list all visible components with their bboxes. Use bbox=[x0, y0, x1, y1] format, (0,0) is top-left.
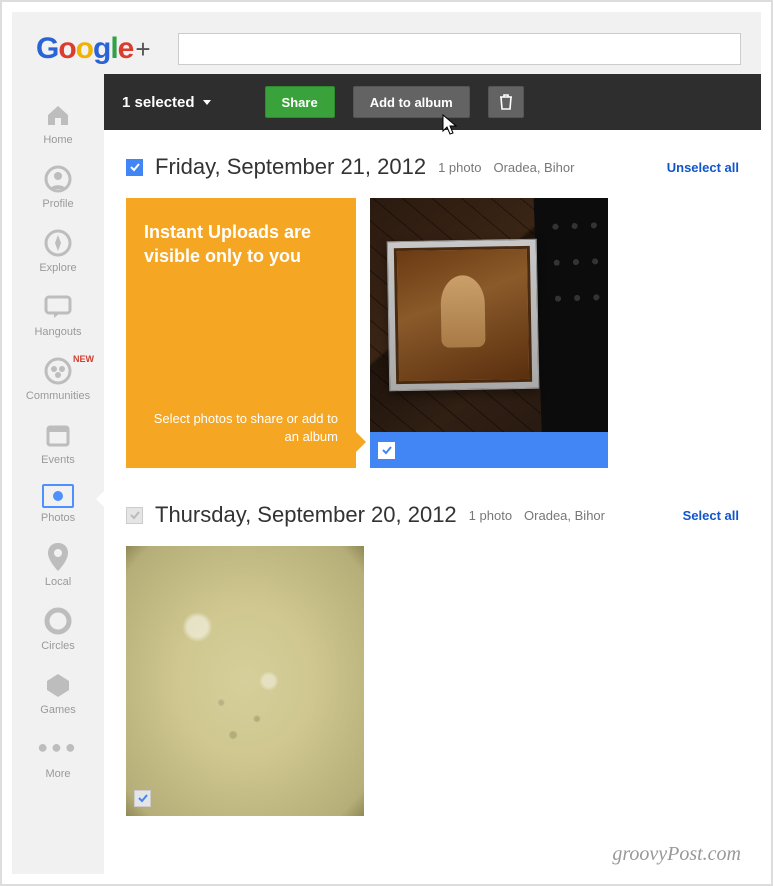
group-count: 1 photo bbox=[469, 508, 512, 523]
logo[interactable]: Google+ bbox=[36, 32, 150, 66]
nav-label: Circles bbox=[12, 640, 104, 652]
new-badge: NEW bbox=[73, 354, 94, 364]
nav-communities[interactable]: NEW Communities bbox=[12, 348, 104, 412]
nav-circles[interactable]: Circles bbox=[12, 598, 104, 662]
nav-hangouts[interactable]: Hangouts bbox=[12, 284, 104, 348]
nav-label: Home bbox=[12, 134, 104, 146]
selected-count-text: 1 selected bbox=[122, 94, 195, 111]
header: Google+ bbox=[12, 12, 761, 74]
promo-subtitle: Select photos to share or add to an albu… bbox=[144, 410, 338, 446]
sidebar-nav: Home Profile Explore Hangouts bbox=[12, 74, 104, 874]
nav-home[interactable]: Home bbox=[12, 92, 104, 156]
nav-profile[interactable]: Profile bbox=[12, 156, 104, 220]
nav-events[interactable]: Events bbox=[12, 412, 104, 476]
more-icon: ●●● bbox=[43, 734, 73, 764]
photo-group: Thursday, September 20, 2012 1 photo Ora… bbox=[104, 478, 761, 826]
games-icon bbox=[43, 670, 73, 700]
nav-label: Games bbox=[12, 704, 104, 716]
selected-count-dropdown[interactable]: 1 selected bbox=[122, 94, 211, 111]
nav-label: Profile bbox=[12, 198, 104, 210]
nav-label: Photos bbox=[12, 512, 104, 524]
group-checkbox[interactable] bbox=[126, 507, 143, 524]
group-header: Friday, September 21, 2012 1 photo Orade… bbox=[126, 154, 739, 180]
unselect-all-link[interactable]: Unselect all bbox=[667, 160, 739, 175]
group-location: Oradea, Bihor bbox=[493, 160, 574, 175]
nav-photos[interactable]: Photos bbox=[12, 476, 104, 534]
nav-label: More bbox=[12, 768, 104, 780]
watermark: groovyPost.com bbox=[612, 843, 741, 866]
caret-down-icon bbox=[203, 100, 211, 105]
photo-group: Friday, September 21, 2012 1 photo Orade… bbox=[104, 130, 761, 478]
thumbnail-checkbox[interactable] bbox=[134, 790, 151, 807]
photo-content bbox=[370, 198, 608, 468]
nav-label: Explore bbox=[12, 262, 104, 274]
thumbnail-select-bar bbox=[126, 780, 364, 816]
photo-content bbox=[126, 546, 364, 816]
delete-button[interactable] bbox=[488, 86, 524, 118]
hangouts-icon bbox=[43, 292, 73, 322]
home-icon bbox=[43, 100, 73, 130]
thumbnail-checkbox[interactable] bbox=[378, 442, 395, 459]
select-all-link[interactable]: Select all bbox=[683, 508, 739, 523]
nav-games[interactable]: Games bbox=[12, 662, 104, 726]
circles-icon bbox=[43, 606, 73, 636]
group-location: Oradea, Bihor bbox=[524, 508, 605, 523]
main-panel: 1 selected Share Add to album Friday, Se… bbox=[104, 74, 761, 874]
group-title: Thursday, September 20, 2012 bbox=[155, 502, 457, 528]
explore-icon bbox=[43, 228, 73, 258]
nav-more[interactable]: ●●● More bbox=[12, 726, 104, 790]
group-count: 1 photo bbox=[438, 160, 481, 175]
profile-icon bbox=[43, 164, 73, 194]
trash-icon bbox=[499, 94, 513, 110]
nav-label: Communities bbox=[12, 390, 104, 402]
nav-local[interactable]: Local bbox=[12, 534, 104, 598]
photo-thumbnail[interactable] bbox=[370, 198, 608, 468]
group-checkbox[interactable] bbox=[126, 159, 143, 176]
nav-label: Local bbox=[12, 576, 104, 588]
thumbnail-select-bar bbox=[370, 432, 608, 468]
local-icon bbox=[43, 542, 73, 572]
group-title: Friday, September 21, 2012 bbox=[155, 154, 426, 180]
nav-explore[interactable]: Explore bbox=[12, 220, 104, 284]
selection-toolbar: 1 selected Share Add to album bbox=[104, 74, 761, 130]
nav-label: Hangouts bbox=[12, 326, 104, 338]
instant-uploads-promo: Instant Uploads are visible only to you … bbox=[126, 198, 356, 468]
photo-thumbnail[interactable] bbox=[126, 546, 364, 816]
nav-label: Events bbox=[12, 454, 104, 466]
add-to-album-button[interactable]: Add to album bbox=[353, 86, 470, 118]
photos-icon bbox=[42, 484, 74, 508]
group-header: Thursday, September 20, 2012 1 photo Ora… bbox=[126, 502, 739, 528]
search-input[interactable] bbox=[178, 33, 741, 65]
communities-icon bbox=[43, 356, 73, 386]
events-icon bbox=[43, 420, 73, 450]
promo-title: Instant Uploads are visible only to you bbox=[144, 220, 338, 269]
share-button[interactable]: Share bbox=[265, 86, 335, 118]
